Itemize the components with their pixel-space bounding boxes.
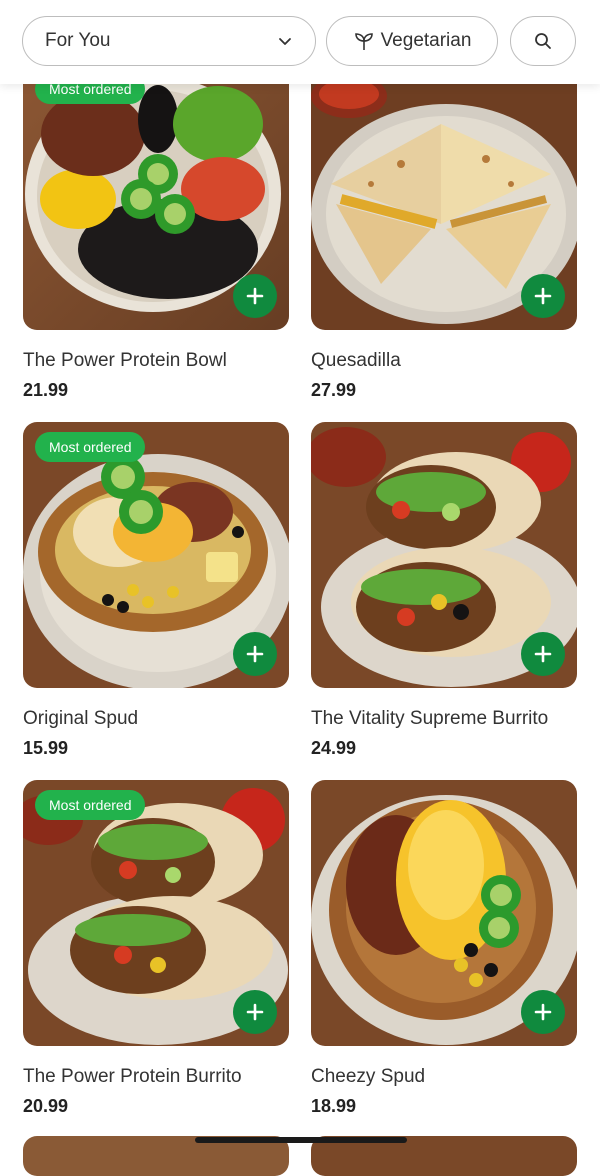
product-name[interactable]: Cheezy Spud (311, 1066, 577, 1088)
product-image[interactable]: Most ordered (23, 422, 289, 688)
product-card[interactable]: Quesadilla 27.99 (311, 64, 577, 401)
plus-icon (246, 287, 264, 305)
product-card[interactable]: Cheezy Spud 18.99 (311, 780, 577, 1117)
add-to-cart-button[interactable] (233, 632, 277, 676)
most-ordered-badge: Most ordered (35, 432, 146, 462)
product-grid: Most ordered The Power Protein Bowl 21.9… (0, 0, 600, 1176)
product-card[interactable]: Most ordered The Power Protein Bowl 21.9… (23, 64, 289, 401)
add-to-cart-button[interactable] (233, 990, 277, 1034)
product-name[interactable]: Original Spud (23, 708, 289, 730)
product-card[interactable]: The Vitality Supreme Burrito 24.99 (311, 422, 577, 759)
vegetarian-label: Vegetarian (380, 30, 472, 51)
sort-value: For You (45, 30, 111, 51)
product-price: 21.99 (23, 380, 69, 400)
product-price: 27.99 (311, 380, 357, 400)
product-card[interactable]: Most ordered The Power Protein Burrito 2… (23, 780, 289, 1117)
sort-dropdown[interactable]: For You (22, 16, 316, 66)
plus-icon (246, 645, 264, 663)
product-name[interactable]: Quesadilla (311, 350, 577, 372)
product-price: 20.99 (23, 1096, 69, 1116)
most-ordered-badge: Most ordered (35, 790, 146, 820)
product-image[interactable]: Most ordered (23, 64, 289, 330)
product-price: 18.99 (311, 1096, 357, 1116)
add-to-cart-button[interactable] (521, 990, 565, 1034)
product-name[interactable]: The Power Protein Bowl (23, 350, 289, 372)
chevron-down-icon (279, 38, 291, 45)
home-indicator (195, 1137, 407, 1143)
vegetarian-filter-button[interactable]: Vegetarian (326, 16, 498, 66)
add-to-cart-button[interactable] (233, 274, 277, 318)
plus-icon (534, 287, 552, 305)
product-image[interactable]: Most ordered (23, 780, 289, 1046)
product-image[interactable] (311, 64, 577, 330)
product-card[interactable]: Most ordered Original Spud 15.99 (23, 422, 289, 759)
product-image[interactable] (311, 780, 577, 1046)
filter-bar: For You Vegetarian (0, 0, 600, 84)
product-name[interactable]: The Power Protein Burrito (23, 1066, 289, 1088)
plus-icon (534, 1003, 552, 1021)
leaf-icon (354, 33, 373, 50)
add-to-cart-button[interactable] (521, 632, 565, 676)
plus-icon (534, 645, 552, 663)
product-price: 15.99 (23, 738, 69, 758)
add-to-cart-button[interactable] (521, 274, 565, 318)
search-button[interactable] (510, 16, 576, 66)
product-name[interactable]: The Vitality Supreme Burrito (311, 708, 577, 730)
product-price: 24.99 (311, 738, 357, 758)
product-image[interactable] (311, 422, 577, 688)
search-icon (535, 33, 551, 49)
plus-icon (246, 1003, 264, 1021)
